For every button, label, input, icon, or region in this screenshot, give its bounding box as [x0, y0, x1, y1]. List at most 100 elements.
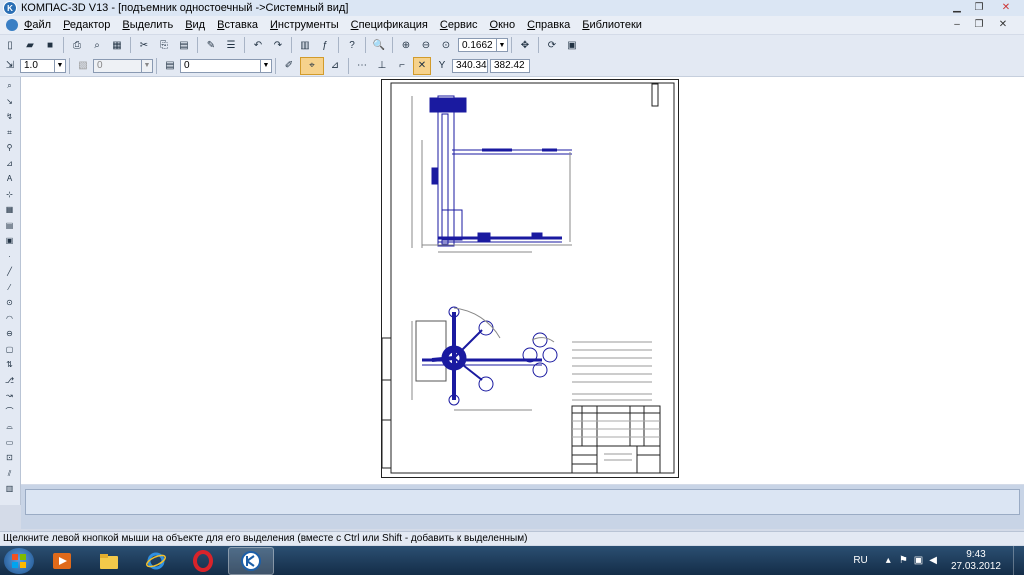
- zoom-scale-field[interactable]: 0.1662 ▼: [458, 38, 508, 52]
- menu-item-1[interactable]: Редактор: [63, 19, 110, 31]
- scale-field[interactable]: 1.0 ▼: [20, 58, 66, 73]
- chevron-down-icon[interactable]: ▼: [496, 39, 507, 51]
- menu-item-5[interactable]: Инструменты: [270, 19, 339, 31]
- text-icon[interactable]: A: [3, 174, 16, 183]
- paste-icon[interactable]: ▤: [175, 36, 193, 54]
- menu-item-8[interactable]: Окно: [490, 19, 516, 31]
- style-icon[interactable]: ▤: [161, 57, 179, 75]
- copy-icon[interactable]: ⎇: [3, 376, 16, 385]
- coord-x-field[interactable]: 340.34: [452, 58, 488, 73]
- show-desktop-button[interactable]: [1013, 546, 1024, 575]
- flag-icon[interactable]: ⚑: [899, 555, 908, 566]
- print-icon[interactable]: ⎙: [68, 36, 86, 54]
- parallel-icon[interactable]: ⫽: [3, 469, 16, 478]
- help-icon[interactable]: ?: [343, 36, 361, 54]
- taskbar-explorer[interactable]: [87, 548, 131, 574]
- object-list-icon[interactable]: ☰: [222, 36, 240, 54]
- properties-icon[interactable]: ✎: [202, 36, 220, 54]
- menu-item-7[interactable]: Сервис: [440, 19, 478, 31]
- dimension-icon[interactable]: ⊿: [3, 159, 16, 168]
- undo-icon[interactable]: ↶: [249, 36, 267, 54]
- zoom-window-icon[interactable]: 🔍: [370, 36, 388, 54]
- rectangle-icon[interactable]: ▢: [3, 345, 16, 354]
- new-file-icon[interactable]: ▯: [1, 36, 19, 54]
- zoom-in-icon[interactable]: ⊕: [397, 36, 415, 54]
- chevron-down-icon[interactable]: ▼: [141, 59, 152, 72]
- menu-item-2[interactable]: Выделить: [122, 19, 173, 31]
- refresh-icon[interactable]: ⟳: [543, 36, 561, 54]
- scale-icon[interactable]: ⇲: [1, 57, 19, 75]
- snap-icon[interactable]: ⌖: [300, 56, 324, 75]
- point-icon[interactable]: ·: [3, 252, 16, 261]
- manager-icon[interactable]: ▦: [108, 36, 126, 54]
- segment-icon[interactable]: ╱: [3, 267, 16, 276]
- ortho-mode-icon[interactable]: ⌐: [393, 57, 411, 75]
- ellipse-icon[interactable]: ⊖: [3, 329, 16, 338]
- menu-item-0[interactable]: Файл: [24, 19, 51, 31]
- drawing-canvas[interactable]: [21, 77, 1024, 484]
- zoom-out-icon[interactable]: ⊖: [417, 36, 435, 54]
- volume-icon[interactable]: ◀: [929, 555, 937, 566]
- close-icon[interactable]: ✕: [992, 0, 1020, 14]
- layer-icon[interactable]: ▧: [74, 57, 92, 75]
- doc-restore-icon[interactable]: ❐: [968, 17, 990, 31]
- copy-icon[interactable]: ⎘: [155, 36, 173, 54]
- line-icon[interactable]: ⁄: [3, 283, 16, 292]
- coord-y-field[interactable]: 382.42: [490, 58, 530, 73]
- point-tool-icon[interactable]: ↘: [3, 97, 16, 106]
- variables-icon[interactable]: ▥: [296, 36, 314, 54]
- contour-icon[interactable]: ▭: [3, 438, 16, 447]
- taskbar-kompas[interactable]: [228, 546, 274, 575]
- cursor-coords-icon[interactable]: Y: [433, 57, 451, 75]
- aux-line-icon[interactable]: ↯: [3, 112, 16, 121]
- doc-minimize-icon[interactable]: –: [946, 17, 968, 31]
- style-field[interactable]: 0 ▼: [180, 58, 272, 73]
- symmetry-icon[interactable]: ⇅: [3, 360, 16, 369]
- redraw-icon[interactable]: ▣: [563, 36, 581, 54]
- menu-item-6[interactable]: Спецификация: [351, 19, 428, 31]
- menu-item-3[interactable]: Вид: [185, 19, 205, 31]
- restore-icon[interactable]: ❐: [968, 0, 990, 14]
- grid-icon[interactable]: ⋯: [353, 57, 371, 75]
- spec-icon[interactable]: ▤: [3, 221, 16, 230]
- zoom-scale-icon[interactable]: ⊙: [437, 36, 455, 54]
- save-icon[interactable]: ■: [41, 36, 59, 54]
- local-cs-icon[interactable]: ⊥: [373, 57, 391, 75]
- taskbar-media-player[interactable]: [40, 548, 84, 574]
- preview-icon[interactable]: ⌕: [88, 36, 106, 54]
- fillet-icon[interactable]: ⌒: [3, 407, 16, 416]
- doc-close-icon[interactable]: ✕: [992, 17, 1014, 31]
- taskbar-opera[interactable]: [181, 548, 225, 574]
- round-icon[interactable]: ✕: [413, 56, 431, 75]
- chevron-down-icon[interactable]: ▼: [54, 59, 65, 72]
- filter-icon[interactable]: ▥: [3, 484, 16, 493]
- pan-icon[interactable]: ✥: [516, 36, 534, 54]
- clock[interactable]: 9:43 27.03.2012: [951, 549, 1001, 573]
- measure-icon[interactable]: ⚲: [3, 143, 16, 152]
- language-indicator[interactable]: RU: [853, 555, 867, 566]
- network-icon[interactable]: ▣: [914, 555, 923, 566]
- hatch-icon[interactable]: ⌗: [3, 128, 16, 137]
- menu-item-10[interactable]: Библиотеки: [582, 19, 642, 31]
- kompas-app-icon[interactable]: K: [3, 1, 17, 15]
- menu-item-9[interactable]: Справка: [527, 19, 570, 31]
- function-icon[interactable]: ƒ: [316, 36, 334, 54]
- fragment-icon[interactable]: ▣: [3, 236, 16, 245]
- chevron-down-icon[interactable]: ▼: [260, 59, 271, 72]
- start-button[interactable]: [4, 547, 34, 574]
- properties-panel-body[interactable]: [25, 489, 1020, 515]
- select-tool-icon[interactable]: ⌕: [3, 81, 16, 90]
- spline-icon[interactable]: ↝: [3, 391, 16, 400]
- taskbar-internet-explorer[interactable]: [134, 548, 178, 574]
- document-icon[interactable]: [6, 19, 18, 31]
- chamfer-icon[interactable]: ⌓: [3, 422, 16, 431]
- circle-icon[interactable]: ⊙: [3, 298, 16, 307]
- menu-item-4[interactable]: Вставка: [217, 19, 258, 31]
- show-hidden-icons-icon[interactable]: ▴: [886, 555, 891, 566]
- redo-icon[interactable]: ↷: [269, 36, 287, 54]
- layer-field[interactable]: 0 ▼: [93, 58, 153, 73]
- drawing-sheet[interactable]: [381, 79, 679, 478]
- arc-icon[interactable]: ◠: [3, 314, 16, 323]
- open-file-icon[interactable]: ▰: [21, 36, 39, 54]
- minimize-icon[interactable]: ▁: [946, 0, 968, 14]
